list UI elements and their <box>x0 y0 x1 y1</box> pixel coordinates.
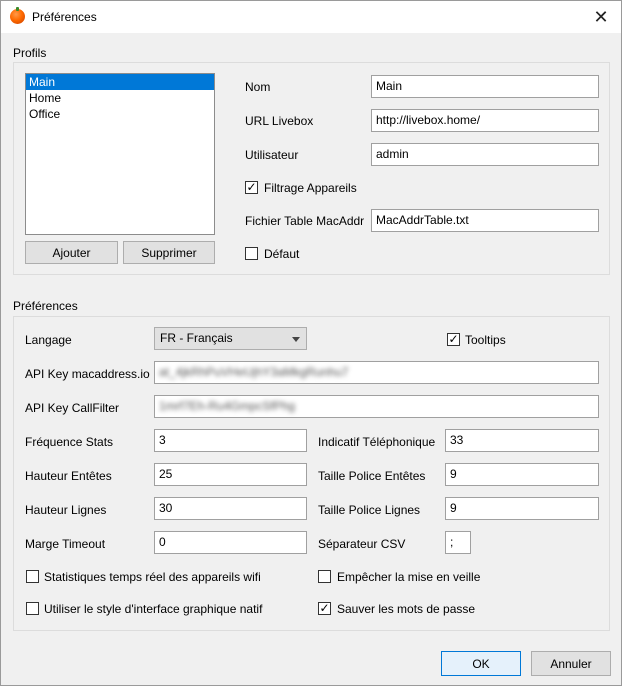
device-filter-checkbox[interactable]: ✓ <box>245 181 258 194</box>
api-key-callfilter-field[interactable]: 1mrf7Eh-Ru4GmpcSfPhg <box>154 395 599 418</box>
window-title: Préférences <box>32 10 97 24</box>
api-key-callfilter-value: 1mrf7Eh-Ru4GmpcSfPhg <box>159 399 296 413</box>
api-key-macaddress-value: at_4jkRhPuVHeUjhY3aMkgRunhu7 <box>159 365 349 379</box>
native-style-label: Utiliser le style d'interface graphique … <box>44 602 263 616</box>
realtime-stats-checkbox[interactable] <box>26 570 39 583</box>
header-height-label: Hauteur Entêtes <box>25 469 112 483</box>
user-label: Utilisateur <box>245 148 299 162</box>
user-field[interactable]: admin <box>371 143 599 166</box>
save-passwords-checkbox[interactable]: ✓ <box>318 602 331 615</box>
api-key-callfilter-label: API Key CallFilter <box>25 401 120 415</box>
row-height-field[interactable]: 30 <box>154 497 307 520</box>
header-font-size-field[interactable]: 9 <box>445 463 599 486</box>
default-checkbox[interactable] <box>245 247 258 260</box>
profile-item-office[interactable]: Office <box>26 106 214 122</box>
macaddr-file-label: Fichier Table MacAddr <box>245 214 365 228</box>
add-profile-button[interactable]: Ajouter <box>25 241 118 264</box>
header-font-size-label: Taille Police Entêtes <box>318 469 426 483</box>
macaddr-file-field[interactable]: MacAddrTable.txt <box>371 209 599 232</box>
app-orange-icon <box>10 7 25 24</box>
close-button[interactable]: ✕ <box>585 3 617 31</box>
chevron-down-icon <box>292 337 300 342</box>
realtime-stats-label: Statistiques temps réel des appareils wi… <box>44 570 261 584</box>
csv-separator-field[interactable]: ; <box>445 531 471 554</box>
device-filter-label: Filtrage Appareils <box>264 181 357 195</box>
save-passwords-label: Sauver les mots de passe <box>337 602 476 616</box>
row-font-size-label: Taille Police Lignes <box>318 503 421 517</box>
delete-profile-button[interactable]: Supprimer <box>123 241 215 264</box>
phone-prefix-field[interactable]: 33 <box>445 429 599 452</box>
profiles-group-title: Profils <box>13 46 47 60</box>
timeout-margin-label: Marge Timeout <box>25 537 106 551</box>
profiles-list[interactable]: Main Home Office <box>25 73 215 235</box>
preferences-group-title: Préférences <box>13 299 78 313</box>
header-height-field[interactable]: 25 <box>154 463 307 486</box>
tooltips-label: Tooltips <box>465 333 506 347</box>
csv-separator-label: Séparateur CSV <box>318 537 406 551</box>
phone-prefix-label: Indicatif Téléphonique <box>318 435 436 449</box>
native-style-checkbox[interactable] <box>26 602 39 615</box>
default-label: Défaut <box>264 247 300 261</box>
url-field[interactable]: http://livebox.home/ <box>371 109 599 132</box>
url-label: URL Livebox <box>245 114 314 128</box>
title-bar: Préférences ✕ <box>1 1 621 33</box>
prevent-sleep-label: Empêcher la mise en veille <box>337 570 481 584</box>
profile-item-home[interactable]: Home <box>26 90 214 106</box>
tooltips-checkbox[interactable]: ✓ <box>447 333 460 346</box>
timeout-margin-field[interactable]: 0 <box>154 531 307 554</box>
language-label: Langage <box>25 333 72 347</box>
cancel-button[interactable]: Annuler <box>531 651 611 676</box>
name-field[interactable]: Main <box>371 75 599 98</box>
prevent-sleep-checkbox[interactable] <box>318 570 331 583</box>
ok-button[interactable]: OK <box>441 651 521 676</box>
language-select-value: FR - Français <box>160 331 233 345</box>
row-height-label: Hauteur Lignes <box>25 503 107 517</box>
stats-frequency-label: Fréquence Stats <box>25 435 114 449</box>
preferences-dialog: Préférences ✕ Profils Main Home Office A… <box>0 0 622 686</box>
profile-item-main[interactable]: Main <box>26 74 214 90</box>
language-select[interactable]: FR - Français <box>154 327 307 350</box>
api-key-macaddress-label: API Key macaddress.io <box>25 367 150 381</box>
stats-frequency-field[interactable]: 3 <box>154 429 307 452</box>
api-key-macaddress-field[interactable]: at_4jkRhPuVHeUjhY3aMkgRunhu7 <box>154 361 599 384</box>
row-font-size-field[interactable]: 9 <box>445 497 599 520</box>
name-label: Nom <box>245 80 271 94</box>
